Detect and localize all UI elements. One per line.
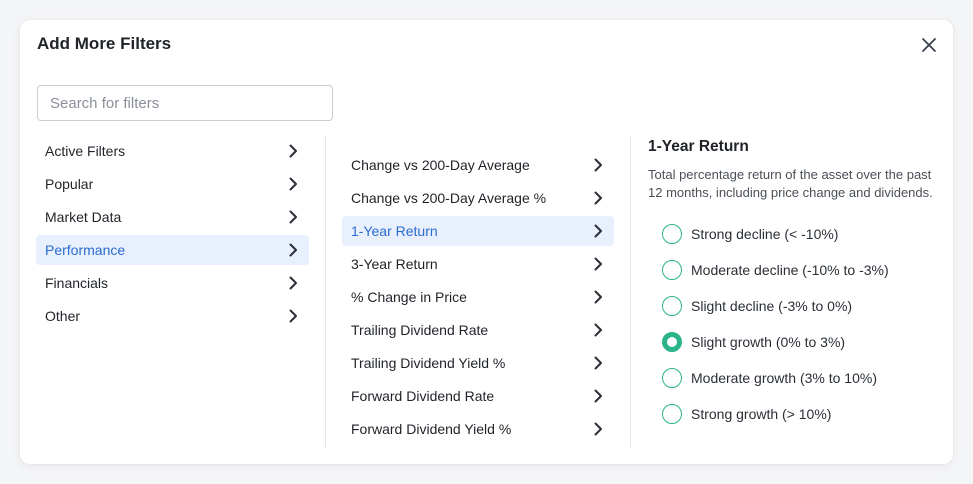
chevron-right-icon [285, 275, 301, 291]
filter-list: Change vs 200-Day Average Change vs 200-D… [342, 150, 614, 447]
category-item[interactable]: Popular [36, 169, 309, 199]
radio-option[interactable]: Moderate decline (-10% to -3%) [648, 252, 938, 288]
column-divider [630, 136, 631, 448]
filter-item-label: Forward Dividend Rate [351, 388, 495, 404]
category-list: Active Filters Popular Market Data Performa… [36, 136, 309, 334]
radio-option[interactable]: Strong decline (< -10%) [648, 216, 938, 252]
radio-option-label: Slight growth (0% to 3%) [691, 334, 846, 350]
dialog-title: Add More Filters [37, 34, 172, 53]
chevron-right-icon [285, 209, 301, 225]
chevron-right-icon [590, 256, 606, 272]
add-filters-dialog: Add More Filters Active Filters Popular Ma… [20, 20, 953, 464]
radio-option-label: Slight decline (-3% to 0%) [691, 298, 853, 314]
radio-unchecked-icon[interactable] [662, 296, 682, 316]
filter-item-label: 3-Year Return [351, 256, 438, 272]
filter-item-label: Forward Dividend Yield % [351, 421, 512, 437]
detail-description: Total percentage return of the asset ove… [648, 167, 933, 200]
chevron-right-icon [285, 242, 301, 258]
radio-unchecked-icon[interactable] [662, 404, 682, 424]
filter-item[interactable]: Trailing Dividend Yield % [342, 348, 614, 378]
chevron-right-icon [590, 355, 606, 371]
filter-item[interactable]: Forward Dividend Rate [342, 381, 614, 411]
filter-item[interactable]: Change vs 200-Day Average [342, 150, 614, 180]
radio-option-label: Strong growth (> 10%) [691, 406, 832, 422]
radio-unchecked-icon[interactable] [662, 260, 682, 280]
radio-option-label: Moderate growth (3% to 10%) [691, 370, 877, 386]
category-item-label: Market Data [45, 209, 122, 225]
radio-option[interactable]: Slight growth (0% to 3%) [648, 324, 938, 360]
column-divider [325, 136, 326, 448]
radio-option[interactable]: Strong growth (> 10%) [648, 396, 938, 432]
filter-detail-panel: 1-Year Return Total percentage return of… [648, 136, 938, 432]
filter-item-label: Change vs 200-Day Average [351, 157, 530, 173]
filter-item-label: Change vs 200-Day Average % [351, 190, 547, 206]
chevron-right-icon [590, 421, 606, 437]
close-icon [922, 38, 936, 52]
category-item[interactable]: Performance [36, 235, 309, 265]
option-list: Strong decline (< -10%) Moderate decline … [648, 216, 938, 432]
category-item[interactable]: Other [36, 301, 309, 331]
chevron-right-icon [590, 157, 606, 173]
category-item-label: Performance [45, 242, 126, 258]
chevron-right-icon [590, 322, 606, 338]
chevron-right-icon [590, 289, 606, 305]
filter-item[interactable]: 3-Year Return [342, 249, 614, 279]
radio-option-label: Moderate decline (-10% to -3%) [691, 262, 889, 278]
close-button[interactable] [918, 34, 940, 56]
filter-item[interactable]: Trailing Dividend Rate [342, 315, 614, 345]
filter-item-label: Trailing Dividend Yield % [351, 355, 506, 371]
filter-item[interactable]: 1-Year Return [342, 216, 614, 246]
category-item-label: Active Filters [45, 143, 126, 159]
radio-option[interactable]: Moderate growth (3% to 10%) [648, 360, 938, 396]
category-item-label: Financials [45, 275, 109, 291]
radio-unchecked-icon[interactable] [662, 368, 682, 388]
radio-option-label: Strong decline (< -10%) [691, 226, 839, 242]
chevron-right-icon [590, 190, 606, 206]
filter-item[interactable]: Change vs 200-Day Average % [342, 183, 614, 213]
chevron-right-icon [590, 388, 606, 404]
category-item[interactable]: Financials [36, 268, 309, 298]
filter-item-label: 1-Year Return [351, 223, 438, 239]
chevron-right-icon [285, 176, 301, 192]
category-item[interactable]: Market Data [36, 202, 309, 232]
chevron-right-icon [590, 223, 606, 239]
filter-item[interactable]: Forward Dividend Yield % [342, 414, 614, 444]
detail-title: 1-Year Return [648, 138, 749, 155]
chevron-right-icon [285, 143, 301, 159]
category-item-label: Other [45, 308, 81, 324]
filter-item-label: Trailing Dividend Rate [351, 322, 489, 338]
search-input[interactable] [37, 85, 333, 121]
category-item[interactable]: Active Filters [36, 136, 309, 166]
radio-option[interactable]: Slight decline (-3% to 0%) [648, 288, 938, 324]
radio-checked-icon[interactable] [662, 332, 682, 352]
filter-item-label: % Change in Price [351, 289, 467, 305]
category-item-label: Popular [45, 176, 94, 192]
chevron-right-icon [285, 308, 301, 324]
filter-item[interactable]: % Change in Price [342, 282, 614, 312]
radio-unchecked-icon[interactable] [662, 224, 682, 244]
